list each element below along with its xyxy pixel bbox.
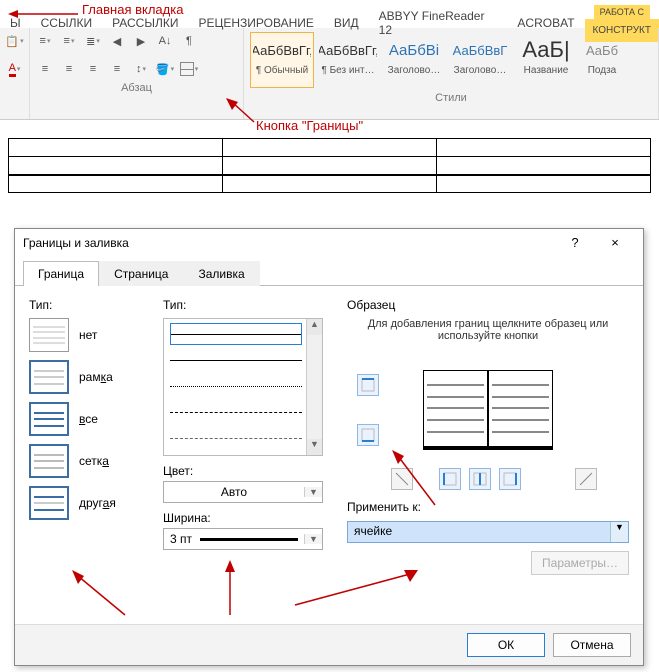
dialog-footer: ОК Отмена — [15, 624, 643, 665]
tab-page[interactable]: Страница — [99, 261, 183, 286]
type-grid[interactable]: сетка — [29, 444, 149, 478]
annotation-main-tab: Главная вкладка — [82, 2, 183, 17]
type-label: Тип: — [29, 298, 149, 312]
style-column: Тип: ▲ ▼ Цвет: Авто ▼ Ширина: 3 пт — [163, 298, 333, 618]
preview-help: Для добавления границ щелкните образец и… — [347, 318, 629, 342]
ok-button[interactable]: ОК — [467, 633, 545, 657]
ribbon-group-clipboard: 📋 A — [0, 28, 30, 119]
style-subtitle[interactable]: АаБб Подза — [580, 32, 624, 88]
preview-box — [347, 352, 629, 492]
cancel-button[interactable]: Отмена — [553, 633, 631, 657]
line-spacing-button[interactable]: ↕ — [130, 58, 152, 80]
apply-label: Применить к: — [347, 500, 629, 514]
style-no-spacing[interactable]: АаБбВвГг, ¶ Без инт… — [316, 32, 380, 88]
empty-label — [4, 80, 25, 96]
color-combo[interactable]: Авто ▼ — [163, 481, 323, 503]
apply-to-combo[interactable]: ячейке ▼ — [347, 521, 629, 543]
paragraph-label: Абзац — [34, 80, 239, 96]
ribbon-group-paragraph: ≡ ≡ ≣ ◀ ▶ A↓ ¶ ≡ ≡ ≡ ≡ ↕ 🪣 Абзац — [30, 28, 244, 119]
preview-column: Образец Для добавления границ щелкните о… — [347, 298, 629, 618]
type-none[interactable]: нет — [29, 318, 149, 352]
type-all[interactable]: все — [29, 402, 149, 436]
border-right-button[interactable] — [499, 468, 521, 490]
borders-button[interactable] — [178, 58, 200, 80]
style-label: Тип: — [163, 298, 333, 312]
style-title[interactable]: АаБ| Название — [514, 32, 578, 88]
width-label: Ширина: — [163, 511, 333, 525]
type-box[interactable]: рамка — [29, 360, 149, 394]
color-label: Цвет: — [163, 464, 333, 478]
line-style-list[interactable]: ▲ ▼ — [163, 318, 323, 456]
sort-button[interactable]: A↓ — [154, 30, 176, 52]
tab-shading[interactable]: Заливка — [183, 261, 259, 286]
align-left-button[interactable]: ≡ — [34, 58, 56, 80]
close-button[interactable]: × — [595, 235, 635, 250]
justify-button[interactable]: ≡ — [106, 58, 128, 80]
style-heading2[interactable]: АаБбВвГ Заголово… — [448, 32, 512, 88]
type-custom[interactable]: другая — [29, 486, 149, 520]
dropdown-arrow-icon[interactable]: ▼ — [304, 487, 322, 497]
dialog-titlebar: Границы и заливка ? × — [15, 229, 643, 256]
context-title: РАБОТА С — [594, 5, 650, 19]
type-presets-column: Тип: нет рамка все сетка другая — [29, 298, 149, 618]
decrease-indent-button[interactable]: ◀ — [106, 30, 128, 52]
numbering-button[interactable]: ≡ — [58, 30, 80, 52]
multilevel-button[interactable]: ≣ — [82, 30, 104, 52]
dropdown-arrow-icon[interactable]: ▼ — [304, 534, 322, 544]
align-right-button[interactable]: ≡ — [82, 58, 104, 80]
scrollbar[interactable]: ▲ ▼ — [306, 319, 322, 455]
styles-label: Стили — [248, 90, 654, 106]
style-heading1[interactable]: АаБбВі Заголово… — [382, 32, 446, 88]
style-normal[interactable]: АаБбВвГг, ¶ Обычный — [250, 32, 314, 88]
ribbon: 📋 A ≡ ≡ ≣ ◀ ▶ A↓ ¶ ≡ ≡ ≡ ≡ ↕ 🪣 Абзац АаБ… — [0, 28, 659, 120]
show-marks-button[interactable]: ¶ — [178, 30, 200, 52]
document-table[interactable] — [8, 138, 651, 193]
border-top-button[interactable] — [357, 374, 379, 396]
ribbon-group-styles: АаБбВвГг, ¶ Обычный АаБбВвГг, ¶ Без инт…… — [244, 28, 659, 119]
width-combo[interactable]: 3 пт ▼ — [163, 528, 323, 550]
preview-cell[interactable] — [423, 370, 553, 450]
increase-indent-button[interactable]: ▶ — [130, 30, 152, 52]
border-inside-vert-button[interactable] — [469, 468, 491, 490]
scroll-down-button[interactable]: ▼ — [307, 439, 322, 455]
border-diag-down-button[interactable] — [391, 468, 413, 490]
help-button[interactable]: ? — [555, 235, 595, 250]
dropdown-arrow-icon[interactable]: ▼ — [610, 522, 628, 542]
shading-button[interactable]: 🪣 — [154, 58, 176, 80]
annotation-borders: Кнопка "Границы" — [256, 118, 363, 133]
border-bottom-button[interactable] — [357, 424, 379, 446]
scroll-up-button[interactable]: ▲ — [307, 319, 322, 335]
bullets-button[interactable]: ≡ — [34, 30, 56, 52]
dialog-title: Границы и заливка — [23, 236, 555, 250]
border-diag-up-button[interactable] — [575, 468, 597, 490]
options-button: Параметры… — [531, 551, 629, 575]
border-left-button[interactable] — [439, 468, 461, 490]
tab-border[interactable]: Граница — [23, 261, 99, 286]
dialog-tabs: Граница Страница Заливка — [15, 256, 643, 286]
font-color-button[interactable]: A — [4, 58, 25, 80]
borders-shading-dialog: Границы и заливка ? × Граница Страница З… — [14, 228, 644, 666]
align-center-button[interactable]: ≡ — [58, 58, 80, 80]
paste-button[interactable]: 📋 — [4, 30, 25, 52]
preview-label: Образец — [347, 298, 629, 312]
